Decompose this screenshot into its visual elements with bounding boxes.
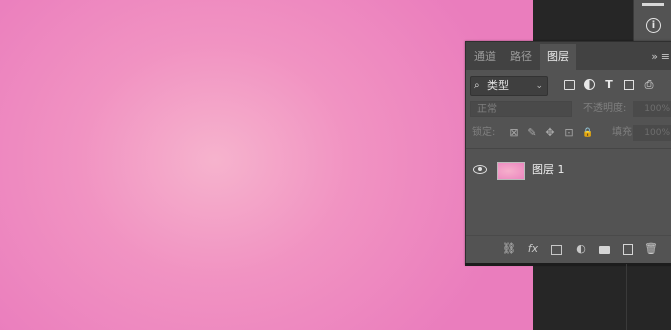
- layer-filter-row: ⌕ 类型 ⌄ T ⎙: [470, 76, 671, 96]
- panel-menu-icon[interactable]: ≡: [661, 44, 670, 70]
- opacity-field[interactable]: 100%: [633, 101, 671, 117]
- add-mask-icon[interactable]: [551, 245, 562, 255]
- info-icon[interactable]: i: [646, 18, 661, 33]
- pixel-layer-filter-icon[interactable]: [564, 80, 575, 90]
- filter-kind-value: 类型: [487, 79, 509, 92]
- panel-collapse-icon[interactable]: »: [651, 44, 658, 70]
- panel-tab-bar: 通道 路径 图层 » ≡: [466, 42, 671, 70]
- smart-object-filter-icon[interactable]: ⎙: [642, 78, 656, 92]
- fill-field[interactable]: 100%: [633, 125, 671, 141]
- lock-label: 锁定:: [472, 127, 496, 138]
- side-dock: i: [633, 0, 671, 44]
- panel-bottom-edge: [465, 263, 671, 266]
- delete-layer-trash-icon[interactable]: 🗑: [644, 242, 658, 256]
- type-layer-filter-icon[interactable]: T: [602, 78, 616, 92]
- lock-artboard-icon[interactable]: ⊡: [563, 126, 575, 140]
- opacity-label: 不透明度:: [583, 103, 627, 114]
- fill-label: 填充:: [612, 127, 636, 138]
- panel-bottom-toolbar: ⛓ fx ◐ 🗑: [466, 235, 671, 264]
- layer-name[interactable]: 图层 1: [532, 162, 565, 178]
- new-group-folder-icon[interactable]: [599, 246, 610, 254]
- link-layers-icon[interactable]: ⛓: [502, 242, 516, 256]
- lock-position-icon[interactable]: ✥: [544, 126, 556, 140]
- adjustment-layer-filter-icon[interactable]: [584, 79, 595, 90]
- lock-all-icon[interactable]: 🔒: [582, 126, 594, 140]
- divider: [466, 148, 671, 149]
- layer-style-fx-icon[interactable]: fx: [526, 242, 540, 256]
- layer-thumbnail[interactable]: [497, 162, 525, 180]
- search-icon: ⌕: [474, 80, 480, 91]
- chevron-down-icon: ⌄: [535, 81, 543, 91]
- tab-paths[interactable]: 路径: [504, 44, 538, 70]
- lock-row: 锁定: ⊠ ✎ ✥ ⊡ 🔒 填充: 100%: [470, 125, 671, 143]
- new-adjustment-layer-icon[interactable]: ◐: [574, 242, 588, 256]
- tab-layers[interactable]: 图层: [540, 44, 576, 70]
- blend-row: 正常 不透明度: 100%: [470, 101, 671, 119]
- shape-layer-filter-icon[interactable]: [624, 80, 634, 90]
- lock-image-icon[interactable]: ✎: [526, 126, 538, 140]
- filter-kind-select[interactable]: ⌕ 类型 ⌄: [470, 76, 548, 96]
- menu-icon[interactable]: [642, 3, 664, 6]
- workspace-divider: [626, 264, 627, 330]
- tab-channels[interactable]: 通道: [468, 44, 502, 70]
- new-layer-icon[interactable]: [623, 244, 633, 255]
- blend-mode-select[interactable]: 正常: [470, 101, 572, 117]
- lock-transparency-icon[interactable]: ⊠: [508, 126, 520, 140]
- canvas-area[interactable]: [0, 0, 533, 330]
- layers-panel: 通道 路径 图层 » ≡ ⌕ 类型 ⌄ T ⎙ 正常 不透明度: 100% 锁定…: [465, 41, 671, 265]
- layer-row[interactable]: 图层 1: [466, 150, 671, 190]
